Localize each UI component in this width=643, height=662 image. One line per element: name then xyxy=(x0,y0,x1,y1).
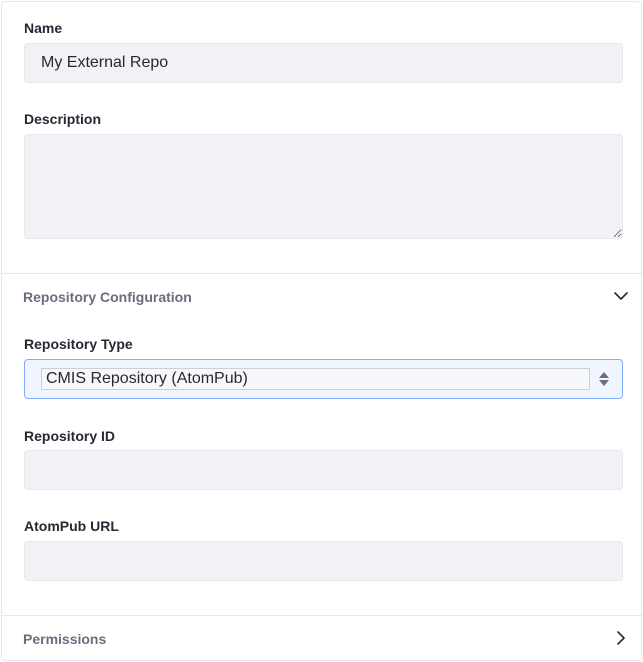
repository-configuration-title: Repository Configuration xyxy=(23,289,192,305)
atompub-url-input[interactable] xyxy=(24,541,623,581)
chevron-down-icon xyxy=(614,292,628,300)
repository-type-selected-value: CMIS Repository (AtomPub) xyxy=(41,368,590,390)
description-label: Description xyxy=(24,111,102,127)
repository-id-label: Repository ID xyxy=(24,428,116,444)
repository-id-input[interactable] xyxy=(24,450,623,490)
repository-type-label: Repository Type xyxy=(24,336,133,352)
permissions-header[interactable]: Permissions xyxy=(2,616,643,662)
permissions-title: Permissions xyxy=(23,631,107,647)
name-input[interactable] xyxy=(24,43,623,83)
description-textarea[interactable] xyxy=(24,134,623,239)
name-label: Name xyxy=(24,20,63,36)
atompub-url-label: AtomPub URL xyxy=(24,518,119,534)
chevron-right-icon xyxy=(617,631,625,645)
repository-type-select[interactable]: CMIS Repository (AtomPub) xyxy=(24,359,623,399)
repository-form-panel: Name Description Repository Configuratio… xyxy=(1,1,643,662)
caret-double-icon xyxy=(599,372,609,386)
repository-configuration-header[interactable]: Repository Configuration xyxy=(2,274,643,320)
